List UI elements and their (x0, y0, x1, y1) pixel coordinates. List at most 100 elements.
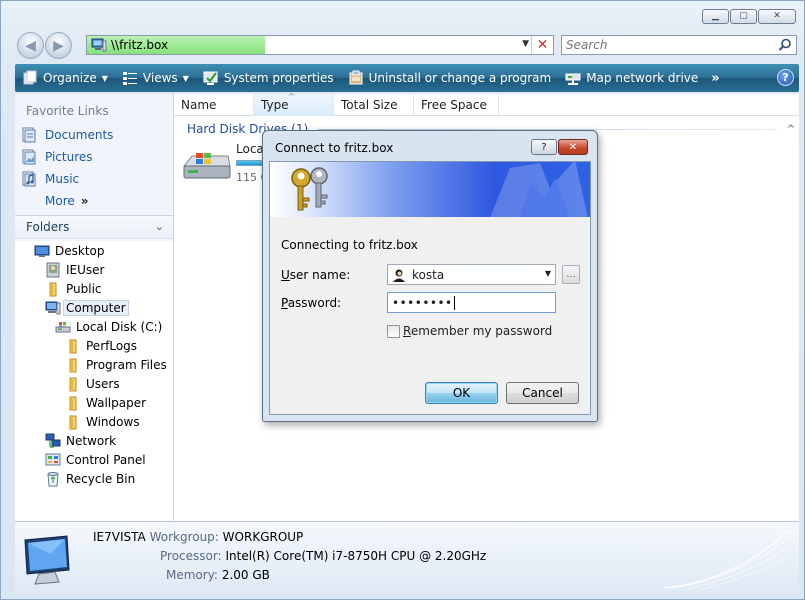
column-header-label: Total Size (341, 98, 398, 112)
tree-item-network[interactable]: Network (45, 432, 116, 450)
system-properties-icon (203, 71, 218, 85)
folders-header[interactable]: Folders ⌄ (15, 215, 173, 239)
minimize-button[interactable]: ▁ (702, 9, 729, 24)
column-header-name[interactable]: Name (174, 94, 254, 116)
tree-item-ieuser[interactable]: IEUser (45, 261, 104, 279)
tree-item-program-files[interactable]: Program Files (65, 356, 167, 374)
uninstall-button[interactable]: Uninstall or change a program (341, 64, 559, 92)
sort-ascending-icon: ^ (288, 92, 295, 101)
drive-icon (55, 322, 71, 333)
tree-item-label: Public (66, 282, 102, 296)
chevron-down-icon: ▼ (182, 73, 189, 83)
dialog-title: Connect to fritz.box (275, 141, 394, 155)
memory-row: Memory: 2.00 GB (166, 568, 270, 582)
dialog-close-button[interactable]: ✕ (558, 139, 588, 155)
command-bar: Organize ▼ Views ▼ System properties Uni… (15, 64, 799, 92)
views-button[interactable]: Views ▼ (115, 64, 196, 92)
workgroup-value: WORKGROUP (222, 530, 304, 544)
folders-title: Folders (26, 220, 70, 234)
forward-arrow-icon: ▶ (53, 37, 64, 54)
folder-tree: Desktop IEUser Public Computer Local Dis… (15, 241, 173, 521)
tree-item-label: Desktop (55, 244, 105, 258)
pictures-icon (22, 149, 36, 165)
favorite-link-pictures[interactable]: Pictures (21, 149, 93, 165)
recycle-bin-icon (47, 472, 59, 487)
cancel-button[interactable]: Cancel (506, 382, 579, 404)
back-button[interactable]: ◀ (17, 32, 44, 59)
browse-credentials-button[interactable]: ... (562, 265, 580, 284)
window-caption-buttons: ▁ ▢ ✕ (702, 9, 796, 24)
map-network-drive-icon (565, 73, 581, 85)
tree-item-windows[interactable]: Windows (65, 413, 140, 431)
system-properties-label: System properties (223, 71, 334, 85)
dialog-help-button[interactable]: ? (531, 139, 557, 155)
tree-item-perflogs[interactable]: PerfLogs (65, 337, 137, 355)
tree-item-public[interactable]: Public (45, 280, 102, 298)
column-header-free-space[interactable]: Free Space (414, 94, 499, 116)
tree-item-label: PerfLogs (86, 339, 138, 353)
address-bar[interactable]: \\fritz.box ▼ ✕ (86, 35, 554, 55)
memory-value: 2.00 GB (221, 568, 270, 582)
workgroup-label: Workgroup: (149, 530, 219, 544)
map-network-drive-label: Map network drive (586, 71, 699, 85)
tree-item-users[interactable]: Users (65, 375, 120, 393)
column-header-total-size[interactable]: Total Size (334, 94, 414, 116)
ok-button[interactable]: OK (425, 382, 498, 404)
favorite-link-label: Documents (45, 128, 114, 142)
connecting-text: Connecting to fritz.box (281, 238, 418, 252)
processor-value: Intel(R) Core(TM) i7-8750H CPU @ 2.20GHz (225, 549, 487, 563)
maximize-button[interactable]: ▢ (730, 9, 757, 24)
tree-item-control-panel[interactable]: Control Panel (45, 451, 146, 469)
close-button[interactable]: ✕ (758, 9, 796, 24)
password-field[interactable]: •••••••• (387, 292, 556, 313)
tree-item-label: Wallpaper (86, 396, 147, 410)
search-box[interactable] (561, 35, 797, 55)
tree-item-computer[interactable]: Computer (45, 299, 129, 317)
column-header-label: Type (261, 98, 289, 112)
forward-button[interactable]: ▶ (45, 32, 72, 59)
dialog-body: Connecting to fritz.box User name: kosta… (269, 161, 591, 415)
collapse-icon[interactable]: ^ (787, 124, 795, 135)
username-combobox[interactable]: kosta ▼ (387, 264, 556, 285)
remember-password-checkbox[interactable]: Remember my password (387, 324, 552, 338)
tree-item-desktop[interactable]: Desktop (34, 242, 105, 260)
documents-icon (22, 127, 36, 143)
uninstall-icon (349, 70, 363, 85)
toolbar-more-button[interactable]: » (705, 64, 725, 92)
username-value: kosta (412, 267, 445, 282)
more-label: More (45, 194, 75, 208)
decorative-swoosh (663, 529, 793, 590)
tree-item-label: Local Disk (C:) (76, 320, 163, 334)
favorite-link-documents[interactable]: Documents (21, 127, 113, 143)
search-input[interactable] (566, 38, 776, 52)
music-icon (22, 171, 36, 187)
address-dropdown-icon[interactable]: ▼ (522, 39, 529, 49)
folder-icon (69, 396, 77, 411)
username-label: User name: (281, 268, 351, 282)
checkbox-box[interactable] (387, 324, 400, 338)
tree-item-label: Computer (63, 300, 129, 316)
favorite-link-music[interactable]: Music (21, 171, 79, 187)
password-value: •••••••• (392, 295, 453, 310)
system-properties-button[interactable]: System properties (196, 64, 341, 92)
search-icon[interactable] (778, 38, 792, 52)
processor-row: Processor: Intel(R) Core(TM) i7-8750H CP… (160, 549, 486, 563)
column-header-type[interactable]: ^ Type (254, 92, 334, 116)
details-pane: IE7VISTA Workgroup: WORKGROUP Processor:… (15, 521, 799, 593)
favorite-links-more[interactable]: More » (45, 194, 89, 208)
favorite-links-title: Favorite Links (26, 104, 109, 118)
remember-password-label: Remember my password (403, 324, 553, 338)
tree-item-recycle-bin[interactable]: Recycle Bin (45, 470, 135, 488)
organize-button[interactable]: Organize ▼ (15, 64, 115, 92)
map-network-drive-button[interactable]: Map network drive (558, 64, 705, 92)
stop-icon[interactable]: ✕ (531, 36, 553, 54)
tree-item-local-disk[interactable]: Local Disk (C:) (55, 318, 162, 336)
computer-icon (45, 301, 61, 315)
organize-icon (23, 70, 37, 85)
help-icon[interactable]: ? (777, 69, 794, 86)
tree-item-wallpaper[interactable]: Wallpaper (65, 394, 146, 412)
chevron-down-icon[interactable]: ▼ (545, 269, 551, 278)
connect-dialog: Connect to fritz.box ? ✕ Connecting to f… (262, 130, 598, 422)
views-label: Views (142, 71, 178, 85)
computer-name-row: IE7VISTA Workgroup: WORKGROUP (93, 530, 303, 544)
